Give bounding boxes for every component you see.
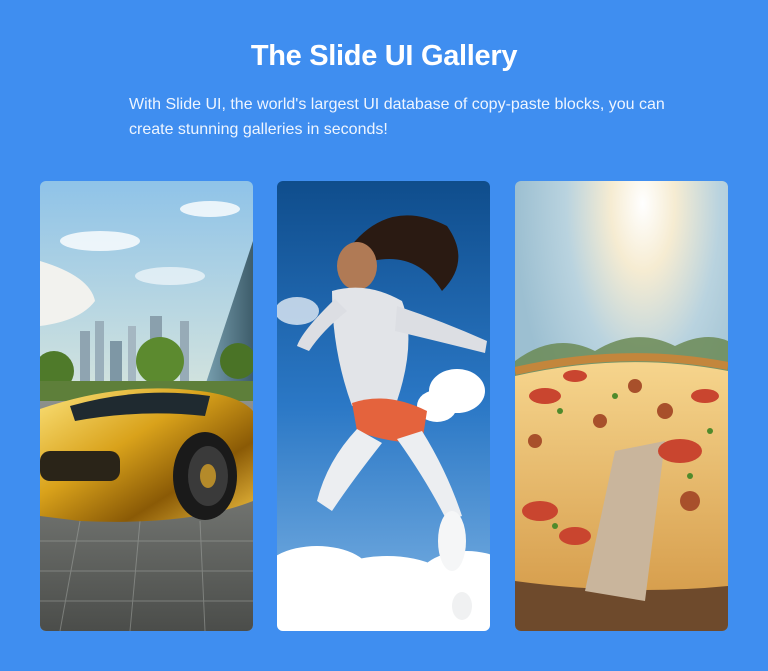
gallery-image-pizza[interactable] <box>515 181 728 631</box>
pizza-image <box>515 181 728 631</box>
gallery-image-car[interactable] <box>40 181 253 631</box>
page-description: With Slide UI, the world's largest UI da… <box>129 96 665 138</box>
gallery-section: The Slide UI Gallery With Slide UI, the … <box>0 0 768 671</box>
sports-car-image <box>40 181 253 631</box>
gallery-image-runner[interactable] <box>277 181 490 631</box>
jumping-woman-image <box>277 181 490 631</box>
page-title: The Slide UI Gallery <box>250 40 518 72</box>
